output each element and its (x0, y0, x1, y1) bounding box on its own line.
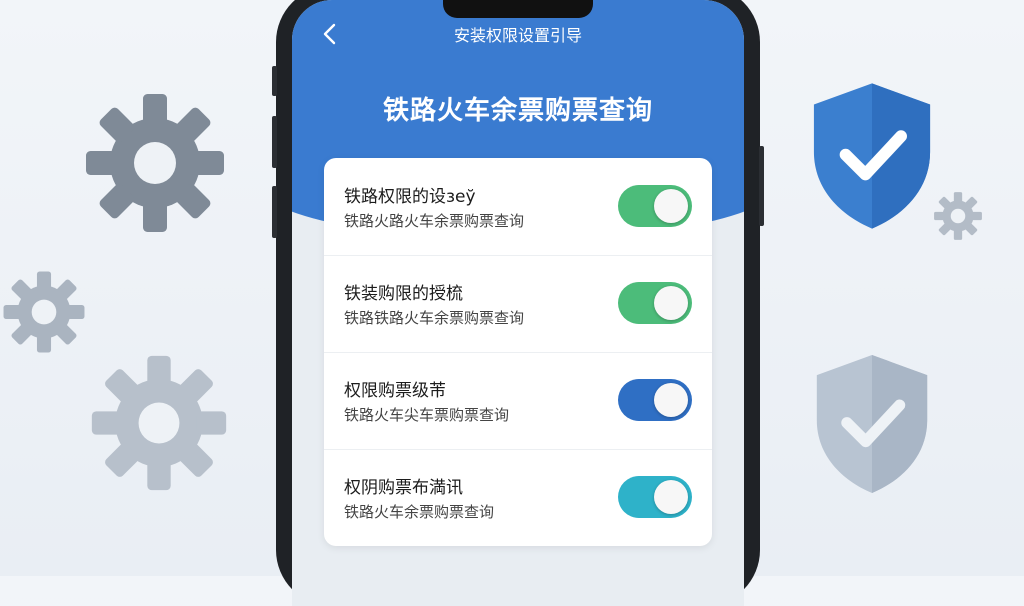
setting-subtitle: 铁路火车余票购票查询 (344, 503, 495, 521)
phone-power-button (759, 146, 764, 226)
gear-icon (86, 350, 232, 496)
setting-subtitle: 铁路火路火车余票购票查询 (344, 212, 525, 230)
shield-check-icon (808, 350, 936, 498)
setting-title: 权阴购票布満讯 (344, 478, 463, 498)
permission-toggle[interactable] (618, 185, 692, 227)
shield-check-icon (806, 78, 938, 234)
gear-icon (932, 190, 984, 242)
settings-card: 铁路权限的设зеў 铁路火路火车余票购票查询 铁装购限的授梳 铁路铁路火车余票购… (324, 158, 712, 546)
notch (443, 0, 593, 18)
setting-title: 铁路权限的设зеў (344, 187, 476, 207)
setting-subtitle: 铁路火车尖车票购票查询 (344, 406, 510, 424)
phone-volume-down (272, 186, 277, 238)
phone-screen: 安装权限设置引导 铁路火车余票购票查询 铁路权限的设зеў 铁路火路火车余票购票… (292, 0, 744, 606)
toggle-knob (654, 189, 688, 223)
gear-icon (0, 268, 88, 356)
settings-row: 权阴购票布満讯 铁路火车余票购票查询 (324, 449, 712, 546)
permission-toggle[interactable] (618, 282, 692, 324)
phone-volume-up (272, 116, 277, 168)
nav-title: 安装权限设置引导 (453, 26, 582, 45)
settings-row: 铁装购限的授梳 铁路铁路火车余票购票查询 (324, 255, 712, 353)
settings-row: 铁路权限的设зеў 铁路火路火车余票购票查询 (324, 158, 712, 256)
phone-frame: 安装权限设置引导 铁路火车余票购票查询 铁路权限的设зеў 铁路火路火车余票购票… (272, 0, 764, 606)
setting-title: 权限购票级芾 (344, 381, 446, 401)
settings-row: 权限购票级芾 铁路火车尖车票购票查询 (324, 352, 712, 450)
permission-toggle[interactable] (618, 379, 692, 421)
setting-subtitle: 铁路铁路火车余票购票查询 (344, 309, 525, 327)
toggle-knob (654, 383, 688, 417)
setting-title: 铁装购限的授梳 (344, 284, 463, 304)
phone-side-button (272, 66, 277, 96)
permission-toggle[interactable] (618, 476, 692, 518)
gear-icon (80, 88, 230, 238)
toggle-knob (654, 286, 688, 320)
toggle-knob (654, 480, 688, 514)
page-title: 铁路火车余票购票查询 (382, 96, 653, 126)
